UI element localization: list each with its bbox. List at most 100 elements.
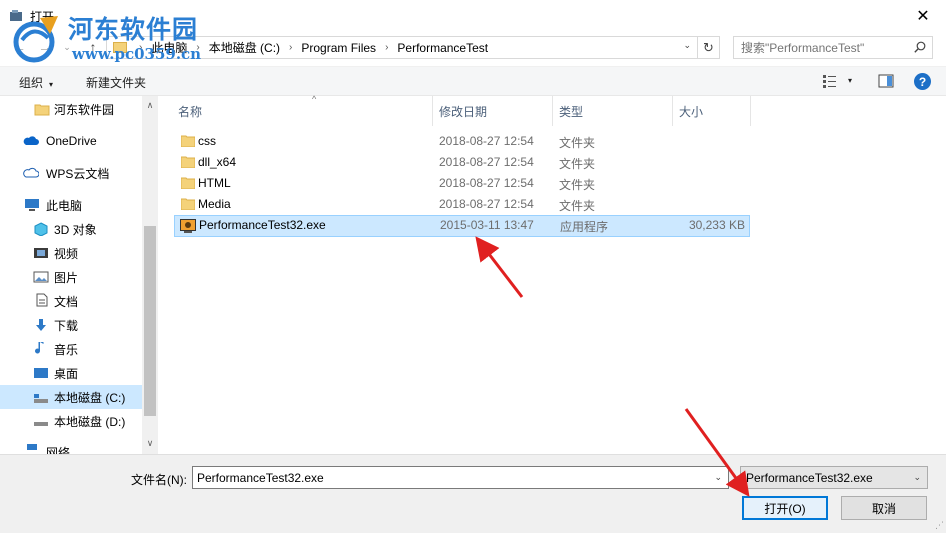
cloud-icon bbox=[23, 136, 39, 145]
sidebar-item-wps-cloud[interactable]: WPS云文档 bbox=[0, 161, 142, 185]
download-icon bbox=[36, 319, 46, 331]
sidebar-item-music[interactable]: 音乐 bbox=[0, 337, 142, 361]
window-title: 打开 bbox=[30, 10, 55, 24]
sidebar-item-desktop[interactable]: 桌面 bbox=[0, 361, 142, 385]
breadcrumb-local-disk-c[interactable]: 本地磁盘 (C:) bbox=[206, 39, 283, 56]
address-dropdown-icon[interactable]: ⌄ bbox=[683, 40, 691, 51]
search-icon bbox=[914, 41, 926, 53]
sidebar-item-label: 网络 bbox=[46, 446, 71, 454]
refresh-button[interactable]: ↻ bbox=[697, 37, 719, 58]
open-button[interactable]: 打开(O) bbox=[742, 496, 828, 520]
breadcrumb-separator[interactable]: › bbox=[190, 42, 205, 53]
sidebar-item-downloads[interactable]: 下载 bbox=[0, 313, 142, 337]
sidebar-item-label: 桌面 bbox=[54, 366, 79, 381]
file-row[interactable]: Media 2018-08-27 12:54 文件夹 bbox=[174, 194, 750, 215]
close-button[interactable]: ✕ bbox=[900, 0, 946, 31]
column-header-size[interactable]: 大小 bbox=[673, 96, 751, 126]
scrollbar-thumb[interactable] bbox=[144, 226, 156, 416]
sidebar-item-local-disk-d[interactable]: 本地磁盘 (D:) bbox=[0, 409, 142, 433]
file-date: 2018-08-27 12:54 bbox=[439, 197, 534, 211]
forward-arrow-icon: → bbox=[38, 39, 52, 55]
desktop-icon bbox=[34, 368, 48, 378]
sidebar-item-label: 下载 bbox=[54, 318, 79, 333]
sidebar-item-hedong[interactable]: 河东软件园 bbox=[0, 97, 142, 121]
column-header-name[interactable]: 名称 ^ bbox=[172, 94, 433, 126]
command-bar: 组织 ▾ 新建文件夹 ▾ bbox=[0, 66, 946, 96]
view-dropdown-icon[interactable]: ▾ bbox=[848, 76, 852, 85]
file-date: 2018-08-27 12:54 bbox=[439, 176, 534, 190]
sidebar-item-label: 3D 对象 bbox=[54, 222, 97, 237]
file-list: 名称 ^ 修改日期 类型 大小 css 2018-08-27 12:54 文件夹… bbox=[158, 94, 946, 454]
folder-icon bbox=[181, 177, 195, 189]
file-type: 文件夹 bbox=[559, 178, 596, 192]
sidebar-item-label: 河东软件园 bbox=[54, 102, 115, 117]
column-header-label: 名称 bbox=[178, 104, 203, 119]
breadcrumb-separator[interactable]: › bbox=[283, 42, 298, 53]
new-folder-button[interactable]: 新建文件夹 bbox=[86, 74, 146, 91]
filename-input[interactable] bbox=[193, 467, 703, 488]
sidebar-item-videos[interactable]: 视频 bbox=[0, 241, 142, 265]
sidebar-item-label: 图片 bbox=[54, 270, 79, 285]
sidebar-item-network[interactable]: 网络 bbox=[0, 440, 142, 454]
breadcrumb-performancetest[interactable]: PerformanceTest bbox=[394, 41, 491, 55]
sidebar-item-documents[interactable]: 文档 bbox=[0, 289, 142, 313]
breadcrumb-program-files[interactable]: Program Files bbox=[298, 41, 379, 55]
filename-field[interactable]: ⌄ bbox=[192, 466, 729, 489]
file-row[interactable]: HTML 2018-08-27 12:54 文件夹 bbox=[174, 173, 750, 194]
scroll-down-icon[interactable]: ∨ bbox=[142, 438, 158, 449]
organize-button[interactable]: 组织 ▾ bbox=[19, 74, 53, 91]
chevron-down-icon[interactable]: ⌄ bbox=[714, 472, 722, 483]
dialog-footer: 文件名(N): ⌄ PerformanceTest32.exe ⌄ 打开(O) … bbox=[0, 454, 946, 533]
help-icon[interactable]: ? bbox=[914, 73, 931, 90]
chevron-down-icon: ▾ bbox=[49, 80, 54, 89]
video-icon bbox=[34, 248, 48, 258]
music-icon bbox=[35, 342, 44, 354]
file-date: 2015-03-11 13:47 bbox=[440, 218, 534, 232]
up-arrow-icon: ↑ bbox=[89, 39, 97, 55]
close-icon: ✕ bbox=[916, 7, 930, 25]
view-options-icon[interactable] bbox=[822, 73, 838, 89]
file-type-select[interactable]: PerformanceTest32.exe ⌄ bbox=[740, 466, 928, 489]
file-row[interactable]: dll_x64 2018-08-27 12:54 文件夹 bbox=[174, 152, 750, 173]
up-button[interactable]: ↑ bbox=[82, 36, 104, 58]
column-header-date[interactable]: 修改日期 bbox=[433, 96, 553, 126]
computer-icon bbox=[25, 199, 39, 211]
search-box[interactable] bbox=[733, 36, 933, 59]
cloud-icon bbox=[23, 167, 39, 178]
sidebar-item-local-disk-c[interactable]: 本地磁盘 (C:) bbox=[0, 385, 142, 409]
picture-icon bbox=[33, 271, 49, 283]
organize-label: 组织 bbox=[19, 76, 44, 90]
sidebar-item-label: 音乐 bbox=[54, 342, 79, 357]
file-row[interactable]: css 2018-08-27 12:54 文件夹 bbox=[174, 131, 750, 152]
drive-icon bbox=[34, 394, 48, 403]
breadcrumb-separator: › bbox=[139, 42, 143, 53]
sidebar-item-label: 视频 bbox=[54, 246, 79, 261]
file-row-selected[interactable]: PerformanceTest32.exe 2015-03-11 13:47 应… bbox=[174, 215, 750, 237]
cube-icon bbox=[34, 222, 48, 236]
file-type: 应用程序 bbox=[560, 220, 609, 234]
resize-grip-icon[interactable]: ⋰ bbox=[935, 520, 944, 531]
sidebar-item-3d-objects[interactable]: 3D 对象 bbox=[0, 217, 142, 241]
cancel-button[interactable]: 取消 bbox=[841, 496, 927, 520]
sidebar-item-pictures[interactable]: 图片 bbox=[0, 265, 142, 289]
sidebar-item-onedrive[interactable]: OneDrive bbox=[0, 129, 142, 153]
column-header-type[interactable]: 类型 bbox=[553, 96, 673, 126]
back-button[interactable]: ← bbox=[8, 36, 30, 58]
forward-button[interactable]: → bbox=[34, 36, 56, 58]
column-header-label: 修改日期 bbox=[439, 104, 488, 119]
search-input[interactable] bbox=[734, 37, 904, 58]
breadcrumb-separator[interactable]: › bbox=[379, 42, 394, 53]
back-arrow-icon: ← bbox=[12, 39, 26, 55]
breadcrumb-this-pc[interactable]: 此电脑 bbox=[148, 39, 190, 56]
column-header-label: 大小 bbox=[679, 104, 704, 119]
recent-locations-button[interactable]: ⌄ bbox=[60, 36, 74, 58]
sidebar-scrollbar[interactable]: ∧ ∨ bbox=[142, 96, 158, 454]
document-icon bbox=[36, 293, 48, 307]
preview-pane-icon[interactable] bbox=[878, 73, 894, 89]
scroll-up-icon[interactable]: ∧ bbox=[142, 100, 158, 111]
address-bar[interactable]: › 此电脑 › 本地磁盘 (C:) › Program Files › Perf… bbox=[106, 36, 720, 59]
file-name: dll_x64 bbox=[198, 155, 237, 169]
folder-icon bbox=[113, 42, 127, 53]
sidebar-item-this-pc[interactable]: 此电脑 bbox=[0, 193, 142, 217]
folder-icon bbox=[181, 156, 195, 168]
